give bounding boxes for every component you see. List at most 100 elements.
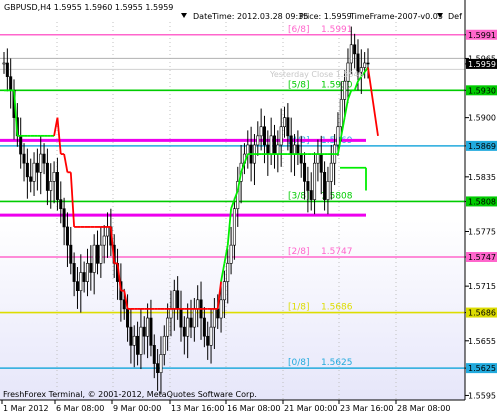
murrey-level-value-5: 1.5686 bbox=[321, 303, 353, 313]
candle-body-31 bbox=[106, 226, 110, 237]
candle-body-43 bbox=[146, 317, 150, 337]
price-tick-label-5: 1.5869 bbox=[468, 142, 496, 151]
murrey-level-tag-3: [3/8] bbox=[288, 191, 310, 201]
candle-body-73 bbox=[246, 144, 250, 155]
price-readout: Price: 1.5959 bbox=[299, 12, 352, 21]
candle-body-42 bbox=[142, 326, 146, 337]
candle-body-17 bbox=[59, 199, 63, 210]
candle-body-7 bbox=[25, 162, 29, 178]
candle-body-16 bbox=[55, 171, 59, 200]
candle-body-51 bbox=[172, 290, 176, 310]
candle-body-77 bbox=[259, 126, 263, 137]
candle-body-23 bbox=[79, 272, 83, 291]
candle-body-2 bbox=[9, 76, 13, 91]
candle-body-21 bbox=[72, 263, 76, 282]
candle-body-5 bbox=[19, 135, 23, 155]
time-tick-label-6: 23 Mar 16:00 bbox=[340, 404, 393, 413]
candle-body-80 bbox=[269, 135, 273, 155]
price-tick-label-8: 1.5775 bbox=[468, 227, 496, 236]
candle-body-92 bbox=[309, 190, 313, 200]
candle-body-20 bbox=[69, 244, 73, 264]
candle-body-25 bbox=[85, 263, 89, 282]
candle-body-62 bbox=[209, 326, 213, 346]
chart-window[interactable]: [6/8]1.5991[5/8]1.5930[4/8]1.5869[3/8]1.… bbox=[0, 0, 497, 416]
settings-readout: Def bbox=[448, 12, 462, 21]
candle-body-54 bbox=[182, 326, 186, 337]
timeframe-readout: TimeFrame-2007-v0.05 bbox=[349, 12, 443, 21]
candle-body-79 bbox=[266, 144, 270, 155]
candle-body-101 bbox=[339, 99, 343, 128]
price-tick-label-9: 1.5747 bbox=[468, 253, 496, 262]
candle-body-19 bbox=[65, 226, 69, 246]
candle-body-57 bbox=[192, 308, 196, 328]
candle-body-94 bbox=[316, 153, 320, 164]
candle-body-41 bbox=[139, 326, 143, 355]
price-tick-label-14: 1.5595 bbox=[468, 391, 496, 400]
candle-body-97 bbox=[326, 181, 330, 200]
copyright-footer: FreshForex Terminal, © 2001-2012, MetaQu… bbox=[3, 390, 257, 399]
candle-body-76 bbox=[256, 135, 260, 146]
murrey-level-tag-6: [0/8] bbox=[288, 358, 310, 368]
murrey-level-value-6: 1.5625 bbox=[321, 358, 353, 368]
murrey-level-tag-4: [2/8] bbox=[288, 247, 310, 257]
candle-body-55 bbox=[186, 317, 190, 337]
candle-body-15 bbox=[52, 171, 56, 182]
candle-body-78 bbox=[262, 126, 266, 146]
candle-body-44 bbox=[149, 317, 153, 346]
candle-body-40 bbox=[136, 335, 140, 355]
candle-body-86 bbox=[289, 135, 293, 155]
candle-body-91 bbox=[306, 181, 310, 191]
murrey-level-value-4: 1.5747 bbox=[321, 247, 353, 257]
candle-body-88 bbox=[296, 144, 300, 155]
candle-body-52 bbox=[176, 290, 180, 310]
price-tick-label-12: 1.5655 bbox=[468, 337, 496, 346]
candle-body-27 bbox=[92, 244, 96, 273]
candle-body-18 bbox=[62, 208, 66, 228]
price-tick-label-13: 1.5625 bbox=[468, 364, 496, 373]
time-tick-label-5: 21 Mar 00:00 bbox=[284, 404, 337, 413]
candle-body-28 bbox=[96, 244, 100, 264]
candle-body-104 bbox=[349, 44, 353, 64]
murrey-level-tag-1: [5/8] bbox=[288, 80, 310, 90]
candle-body-1 bbox=[5, 62, 9, 77]
candle-body-68 bbox=[229, 244, 233, 264]
price-tick-label-3: 1.5930 bbox=[468, 86, 496, 95]
candle-body-81 bbox=[272, 135, 276, 155]
candle-body-8 bbox=[29, 176, 33, 182]
candle-body-0 bbox=[2, 62, 6, 65]
time-tick-label-2: 9 Mar 00:00 bbox=[113, 404, 161, 413]
candle-body-30 bbox=[102, 235, 106, 246]
murrey-level-value-0: 1.5991 bbox=[321, 25, 353, 35]
candle-body-100 bbox=[336, 126, 340, 146]
candle-body-26 bbox=[89, 263, 93, 273]
price-tick-label-6: 1.5835 bbox=[468, 173, 496, 182]
price-tick-label-4: 1.5900 bbox=[468, 114, 496, 123]
candle-body-53 bbox=[179, 308, 183, 328]
candle-body-46 bbox=[156, 363, 160, 373]
current-price-label: 1.5959 bbox=[468, 60, 496, 69]
candle-body-82 bbox=[276, 144, 280, 155]
candle-body-63 bbox=[212, 308, 216, 328]
time-tick-label-3: 13 Mar 16:00 bbox=[171, 404, 224, 413]
candle-body-109 bbox=[366, 62, 370, 65]
candle-body-9 bbox=[32, 162, 36, 182]
chart-canvas[interactable]: [6/8]1.5991[5/8]1.5930[4/8]1.5869[3/8]1.… bbox=[0, 0, 497, 416]
candle-body-85 bbox=[286, 117, 290, 137]
yesterday-close-label: Yesterday Close 1.5949 bbox=[269, 70, 364, 79]
time-tick-label-7: 28 Mar 08:00 bbox=[397, 404, 450, 413]
candle-body-96 bbox=[323, 171, 327, 200]
time-tick-label-1: 6 Mar 08:00 bbox=[56, 404, 104, 413]
candle-body-11 bbox=[39, 153, 43, 173]
price-tick-label-0: 1.5991 bbox=[468, 31, 496, 40]
price-tick-label-10: 1.5715 bbox=[468, 282, 496, 291]
candle-body-39 bbox=[132, 335, 136, 346]
candle-body-29 bbox=[99, 244, 103, 264]
candle-body-102 bbox=[343, 80, 347, 100]
candle-body-69 bbox=[232, 208, 236, 246]
candle-body-36 bbox=[122, 299, 126, 310]
symbol-info: GBPUSD,H4 1.5955 1.5960 1.5955 1.5959 bbox=[4, 3, 173, 12]
candle-body-14 bbox=[49, 181, 53, 191]
candle-body-61 bbox=[206, 335, 210, 346]
candle-body-66 bbox=[222, 281, 226, 301]
candle-body-37 bbox=[126, 308, 130, 328]
